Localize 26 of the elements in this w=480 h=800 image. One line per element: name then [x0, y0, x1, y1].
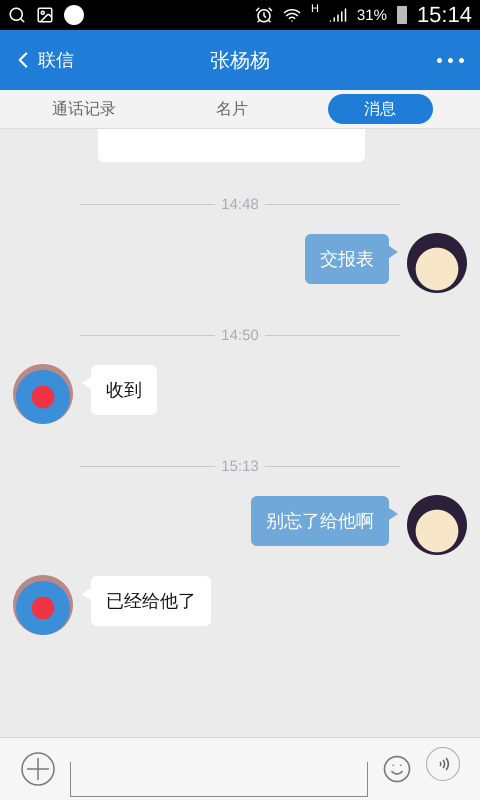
message-bubble: 别忘了给他啊 — [251, 496, 389, 546]
message-bubble: 已经给他了 — [91, 576, 211, 626]
app-icon — [64, 5, 84, 25]
timestamp: 14:48 — [221, 196, 259, 213]
signal-icon — [328, 6, 347, 24]
message-bubble: 收到 — [91, 365, 157, 415]
timestamp: 14:50 — [221, 327, 259, 344]
voice-button[interactable] — [426, 747, 460, 781]
tab[interactable]: 名片 — [180, 94, 284, 124]
image-icon — [36, 6, 54, 24]
battery-icon — [396, 6, 407, 24]
search-icon — [8, 6, 26, 24]
tab[interactable]: 通话记录 — [32, 94, 136, 124]
network-type: H — [310, 3, 319, 15]
wifi-icon — [282, 6, 301, 24]
battery-percent: 31% — [356, 6, 387, 24]
alarm-icon — [254, 6, 273, 24]
emoji-icon[interactable] — [382, 754, 412, 784]
message-bubble: 交报表 — [305, 234, 389, 284]
tab[interactable]: 消息 — [328, 94, 432, 124]
clock: 15:14 — [416, 2, 472, 28]
timestamp: 15:13 — [221, 458, 259, 475]
plus-icon[interactable] — [20, 751, 56, 787]
back-button[interactable]: 联信 — [10, 47, 74, 73]
message-field[interactable] — [70, 762, 368, 796]
chat-title: 张杨杨 — [210, 46, 270, 74]
